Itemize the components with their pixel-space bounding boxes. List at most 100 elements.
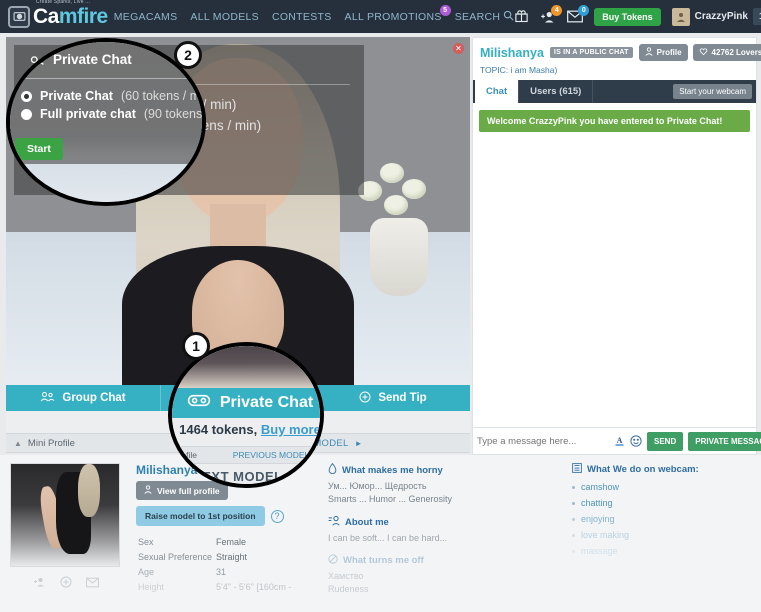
spec-key: Height: [138, 581, 165, 592]
webcam-title: What We do on webcam:: [587, 464, 699, 475]
logo-text: Camfire: [33, 5, 108, 29]
chat-model-name[interactable]: Milishanya: [480, 46, 544, 60]
magnified-mini-profile-label: Mini Profile: [172, 450, 198, 460]
chat-panel: Milishanya IS IN A PUBLIC CHAT Profile 4…: [472, 37, 761, 455]
token-balance: 1464 Tokens: [752, 8, 761, 25]
nav-link-megacams[interactable]: MEGACAMS: [114, 11, 178, 23]
spec-key: Age: [138, 566, 155, 577]
spec-value: Female: [216, 536, 247, 547]
list-item[interactable]: camshow: [572, 482, 751, 492]
webcam-item-label: camshow: [581, 482, 620, 492]
nav-link-label: CONTESTS: [271, 10, 332, 23]
send-button[interactable]: SEND: [647, 431, 684, 451]
webcam-item-label: love making: [581, 530, 630, 540]
section-title: What makes me horny: [342, 464, 443, 476]
question-icon[interactable]: ?: [290, 468, 308, 484]
chat-message-list: Welcome CrazzyPink you have entered to P…: [473, 103, 756, 427]
chat-input-row: A SEND PRIVATE MESSAGE: [473, 427, 761, 454]
list-item[interactable]: massage: [572, 546, 751, 556]
raise-model-button[interactable]: Raise model to 1st position: [136, 506, 265, 526]
model-thumbnail[interactable]: [10, 463, 120, 567]
radio-private-chat[interactable]: [21, 90, 32, 102]
tab-label: Users (615): [530, 86, 582, 97]
webcam-item-label: massage: [581, 546, 618, 556]
action-label: Send Tip: [378, 392, 427, 404]
profile-button-label: Profile: [656, 48, 682, 57]
section-line: Ум... Юмор... Щедрость: [328, 481, 427, 491]
smiley-icon[interactable]: [630, 435, 642, 447]
add-friend-icon[interactable]: [33, 575, 46, 593]
buy-tokens-button[interactable]: Buy Tokens: [594, 7, 661, 26]
about-icon: [328, 515, 340, 529]
magnifier-1-content: Private Chat 1464 tokens, Buy more Mini …: [172, 346, 320, 484]
envelope-icon[interactable]: [86, 575, 99, 593]
magnified-token-amount: 1464 tokens: [179, 422, 254, 437]
start-your-webcam-button[interactable]: Start your webcam: [673, 84, 752, 99]
spec-key: Sexual Preference: [138, 551, 213, 562]
profile-specs-table: Sex Female Sexual Preference Straight Ag…: [136, 533, 314, 595]
chevron-up-icon[interactable]: ▲: [14, 439, 22, 448]
envelope-icon[interactable]: 0: [567, 5, 590, 23]
list-item[interactable]: enjoying: [572, 514, 751, 524]
ban-icon: [328, 554, 338, 567]
nav-link-all-promotions[interactable]: ALL PROMOTIONS 5: [345, 4, 451, 23]
section-title: What turns me off: [343, 555, 424, 567]
callout-number-2: 2: [174, 41, 202, 69]
lovers-button[interactable]: 42762 Lovers: [692, 44, 761, 61]
magnified-buy-more-link[interactable]: Buy more: [261, 422, 320, 437]
list-item[interactable]: love making: [572, 530, 751, 540]
avatar: [671, 7, 690, 26]
system-message: Welcome CrazzyPink you have entered to P…: [479, 110, 750, 132]
bullet-icon: [572, 485, 575, 489]
magnified-dialog-title-label: Private Chat: [53, 52, 132, 67]
nav-link-contests[interactable]: CONTESTS: [272, 11, 332, 23]
plus-circle-icon[interactable]: [60, 575, 72, 593]
nav-link-all-models[interactable]: ALL MODELS: [190, 11, 259, 23]
mail-count-badge: 0: [578, 5, 590, 16]
font-color-icon[interactable]: A: [614, 435, 625, 447]
chat-header: Milishanya IS IN A PUBLIC CHAT Profile 4…: [473, 38, 761, 80]
magnifier-callout-1: Private Chat 1464 tokens, Buy more Mini …: [168, 342, 324, 488]
private-message-button[interactable]: PRIVATE MESSAGE: [688, 431, 761, 451]
message-input[interactable]: [477, 435, 609, 447]
section-line: Хамство: [328, 571, 364, 582]
nav-link-label: ALL MODELS: [190, 10, 259, 23]
gift-icon[interactable]: [514, 9, 529, 24]
magnified-next-model-link[interactable]: NEXT MODEL: [192, 469, 282, 484]
section-body-about: I can be soft... I can be hard...: [328, 532, 558, 545]
nav-right-cluster: 4 0 Buy Tokens CrazzyPink 1464 Tokens: [514, 4, 761, 26]
profile-section: Milishanya View full profile Raise model…: [0, 455, 761, 612]
site-logo[interactable]: Create Sparks, Live ... Camfire: [8, 0, 108, 32]
next-arrow-icon[interactable]: ►: [355, 439, 363, 448]
magnified-start-button[interactable]: Start: [15, 138, 63, 160]
magnified-private-chat-option[interactable]: Private Chat (60 tokens / min): [21, 89, 206, 103]
question-icon[interactable]: ?: [270, 509, 284, 523]
send-tip-button[interactable]: Send Tip: [316, 385, 470, 411]
profile-thumbnail-column: [10, 463, 122, 604]
tab-chat[interactable]: Chat: [475, 80, 520, 103]
add-friend-icon[interactable]: 4: [540, 4, 563, 24]
section-line: Rudeness: [328, 584, 369, 595]
chat-tabs: Chat Users (615) Start your webcam: [473, 80, 756, 103]
spec-value: 31: [216, 566, 227, 577]
flowers-decor: [354, 155, 438, 221]
radio-full-private-chat[interactable]: [21, 108, 32, 120]
top-navbar: Create Sparks, Live ... Camfire MEGACAMS…: [0, 0, 761, 33]
profile-button[interactable]: Profile: [638, 44, 688, 61]
person-icon: [645, 47, 653, 58]
tab-users[interactable]: Users (615): [519, 80, 594, 103]
option-price: (60 tokens / min): [120, 89, 206, 103]
username-label: CrazzyPink: [694, 11, 748, 22]
resize-handle-icon[interactable]: [467, 197, 470, 219]
user-menu[interactable]: CrazzyPink 1464 Tokens: [671, 7, 761, 26]
nav-link-search[interactable]: SEARCH: [455, 10, 515, 24]
list-item[interactable]: chatting: [572, 498, 751, 508]
close-icon[interactable]: ✕: [453, 43, 464, 54]
magnified-full-private-chat-option[interactable]: Full private chat (90 tokens / min): [21, 107, 202, 121]
magnified-previous-model-link[interactable]: PREVIOUS MODEL: [233, 450, 310, 460]
group-chat-button[interactable]: Group Chat: [6, 385, 161, 411]
magnified-private-chat-button[interactable]: Private Chat: [172, 388, 320, 418]
profile-about-column: What makes me horny Ум... Юмор... Щедрос…: [328, 462, 558, 604]
webcam-heading: What We do on webcam:: [572, 463, 751, 476]
callout-number-label: 2: [184, 47, 192, 63]
